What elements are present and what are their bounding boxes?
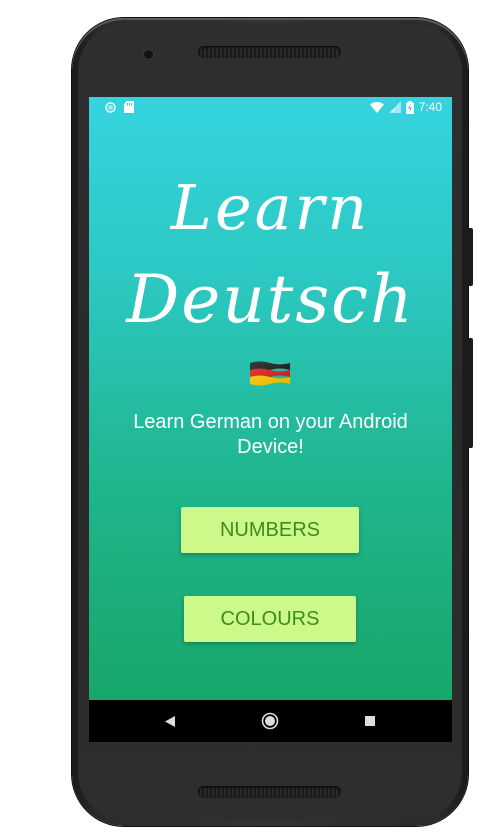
app-title-line2: Deutsch	[126, 261, 415, 338]
app-title-line1: Learn	[170, 171, 371, 244]
navigation-bar	[89, 700, 452, 742]
german-flag-icon	[249, 360, 291, 387]
home-icon[interactable]	[259, 710, 281, 732]
signal-icon	[388, 101, 401, 113]
circle-notification-icon	[105, 101, 116, 113]
wifi-icon	[369, 101, 384, 113]
bottom-speaker	[198, 786, 341, 798]
app-main-screen: 7:40 Learn Deutsch Learn German on your …	[89, 97, 452, 700]
device-frame-stage: 7:40 Learn Deutsch Learn German on your …	[0, 0, 480, 840]
colours-button[interactable]: COLOURS	[184, 596, 356, 642]
back-icon[interactable]	[159, 710, 181, 732]
phone-screen: 7:40 Learn Deutsch Learn German on your …	[89, 97, 452, 742]
app-subtitle: Learn German on your Android Device!	[133, 411, 408, 458]
battery-charging-icon	[405, 100, 414, 114]
front-camera	[144, 50, 153, 59]
power-button	[467, 228, 473, 286]
volume-button	[467, 338, 473, 448]
numbers-button[interactable]: NUMBERS	[181, 507, 359, 553]
sd-card-icon	[124, 101, 134, 113]
recents-icon[interactable]	[359, 710, 381, 732]
top-speaker	[198, 46, 341, 58]
status-bar: 7:40	[89, 97, 452, 119]
status-time: 7:40	[418, 100, 442, 114]
